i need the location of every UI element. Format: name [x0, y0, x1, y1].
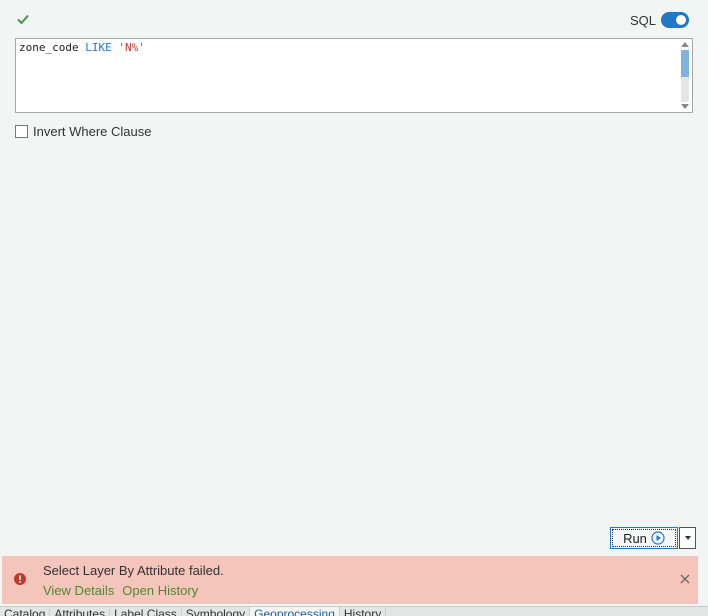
error-icon [14, 573, 26, 585]
scroll-down-icon[interactable] [681, 104, 689, 109]
expression-operator: LIKE [85, 41, 112, 54]
check-icon [17, 14, 29, 25]
run-button[interactable]: Run [610, 527, 678, 549]
tab-catalog[interactable]: Catalog [0, 607, 51, 616]
tab-label-class[interactable]: Label Class [110, 607, 182, 616]
error-message: Select Layer By Attribute failed. [43, 563, 224, 578]
error-message-bar: Select Layer By Attribute failed. View D… [2, 556, 698, 604]
play-icon [651, 531, 665, 545]
run-button-group: Run [610, 527, 696, 549]
sql-expression-text: zone_code LIKE 'N%' [19, 41, 145, 55]
tab-attributes[interactable]: Attributes [50, 607, 111, 616]
run-label: Run [623, 530, 647, 546]
editor-scrollbar[interactable] [680, 41, 690, 110]
scroll-thumb[interactable] [681, 50, 689, 77]
view-details-link[interactable]: View Details [43, 583, 114, 598]
sql-toggle[interactable] [661, 12, 689, 28]
chevron-down-icon [684, 536, 691, 540]
sql-toggle-group: SQL [630, 12, 689, 28]
sql-expression-editor[interactable]: zone_code LIKE 'N%' [15, 38, 693, 113]
toggle-knob [676, 15, 686, 25]
invert-where-clause-label: Invert Where Clause [33, 124, 152, 139]
invert-where-clause-option[interactable]: Invert Where Clause [15, 124, 152, 139]
bottom-tab-strip: Catalog Attributes Label Class Symbology… [0, 606, 708, 616]
expression-value: 'N%' [118, 41, 145, 54]
close-icon[interactable] [680, 574, 690, 584]
expression-field: zone_code [19, 41, 79, 54]
scroll-up-icon[interactable] [681, 42, 689, 47]
open-history-link[interactable]: Open History [122, 583, 198, 598]
sql-label: SQL [629, 12, 656, 28]
invert-where-clause-checkbox[interactable] [15, 125, 28, 138]
tab-symbology[interactable]: Symbology [182, 607, 251, 616]
tab-history[interactable]: History [340, 607, 387, 616]
tab-geoprocessing[interactable]: Geoprocessing [250, 607, 340, 616]
error-links: View Details Open History [43, 583, 198, 598]
run-options-dropdown[interactable] [679, 527, 696, 549]
geoprocessing-pane: SQL zone_code LIKE 'N%' Invert Where Cla… [0, 0, 708, 616]
